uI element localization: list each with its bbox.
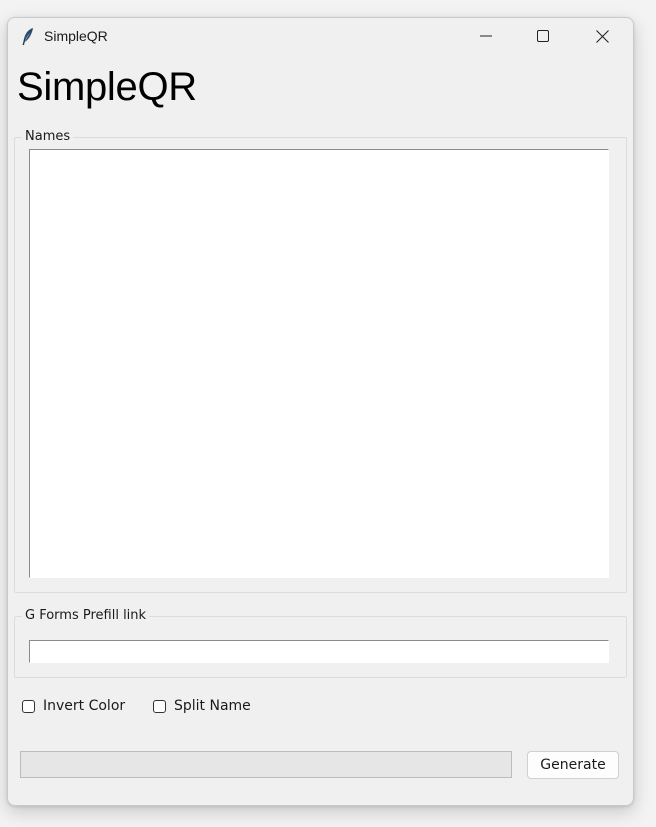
names-group-label: Names <box>22 129 74 144</box>
close-button[interactable] <box>579 18 625 54</box>
generate-button[interactable]: Generate <box>527 751 619 779</box>
window-title: SimpleQR <box>44 28 108 44</box>
split-name-checkbox-box[interactable] <box>153 699 166 713</box>
minimize-icon <box>480 35 492 37</box>
maximize-icon <box>537 30 549 42</box>
close-icon <box>595 29 609 43</box>
names-textarea[interactable] <box>29 149 609 578</box>
minimize-button[interactable] <box>463 18 509 54</box>
split-name-label[interactable]: Split Name <box>174 698 251 714</box>
split-name-checkbox[interactable]: Split Name <box>153 697 251 715</box>
prefill-link-input[interactable] <box>29 640 609 663</box>
title-bar[interactable]: SimpleQR <box>8 18 633 56</box>
app-heading: SimpleQR <box>17 65 197 109</box>
progress-bar <box>20 751 512 778</box>
prefill-link-group-label: G Forms Prefill link <box>22 608 150 623</box>
names-group: Names <box>14 129 627 593</box>
prefill-link-group: G Forms Prefill link <box>14 608 627 678</box>
maximize-button[interactable] <box>520 18 566 54</box>
app-window: SimpleQR SimpleQR Names G Forms Prefill … <box>7 17 634 806</box>
invert-color-checkbox-box[interactable] <box>22 699 35 713</box>
invert-color-label[interactable]: Invert Color <box>43 698 125 714</box>
invert-color-checkbox[interactable]: Invert Color <box>22 697 125 715</box>
feather-icon <box>22 28 33 46</box>
